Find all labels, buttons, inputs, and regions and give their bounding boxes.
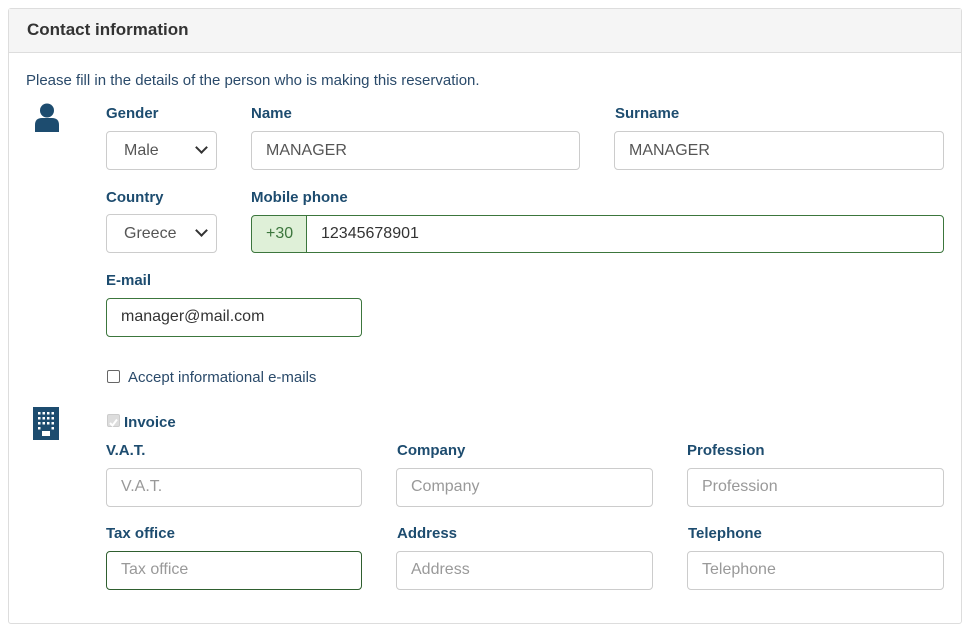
invoice-label: Invoice	[124, 414, 176, 431]
telephone-input[interactable]: Telephone	[687, 551, 944, 590]
accept-emails-label[interactable]: Accept informational e-mails	[128, 369, 316, 386]
company-label: Company	[397, 442, 466, 459]
surname-label: Surname	[615, 105, 680, 122]
vat-label: V.A.T.	[106, 442, 146, 459]
country-label: Country	[106, 189, 164, 206]
panel-header: Contact information	[9, 9, 961, 53]
building-icon	[33, 407, 59, 440]
country-select[interactable]: Greece	[106, 214, 217, 253]
email-label: E-mail	[106, 272, 152, 289]
check-icon	[109, 418, 118, 428]
chevron-down-icon	[195, 224, 208, 237]
surname-input[interactable]: MANAGER	[614, 131, 944, 170]
name-input[interactable]: MANAGER	[251, 131, 580, 170]
address-input[interactable]: Address	[396, 551, 653, 590]
tax-office-label: Tax office	[106, 525, 175, 542]
gender-value: Male	[124, 142, 159, 159]
profession-input[interactable]: Profession	[687, 468, 944, 507]
country-value: Greece	[124, 225, 177, 242]
tax-office-input[interactable]: Tax office	[106, 551, 362, 590]
chevron-down-icon	[195, 141, 208, 154]
vat-input[interactable]: V.A.T.	[106, 468, 362, 507]
name-label: Name	[251, 105, 292, 122]
address-label: Address	[397, 525, 458, 542]
phone-prefix: +30	[251, 215, 307, 253]
mobile-input[interactable]: 12345678901	[306, 215, 944, 253]
description: Please fill in the details of the person…	[26, 72, 480, 89]
telephone-label: Telephone	[688, 525, 762, 542]
gender-label: Gender	[106, 105, 159, 122]
accept-emails-checkbox[interactable]	[107, 370, 120, 383]
company-input[interactable]: Company	[396, 468, 653, 507]
gender-select[interactable]: Male	[106, 131, 217, 170]
mobile-label: Mobile phone	[251, 189, 348, 206]
panel-title: Contact information	[27, 20, 189, 39]
invoice-checkbox[interactable]	[107, 414, 120, 428]
user-icon	[35, 103, 59, 132]
profession-label: Profession	[687, 442, 765, 459]
email-input[interactable]: manager@mail.com	[106, 298, 362, 337]
